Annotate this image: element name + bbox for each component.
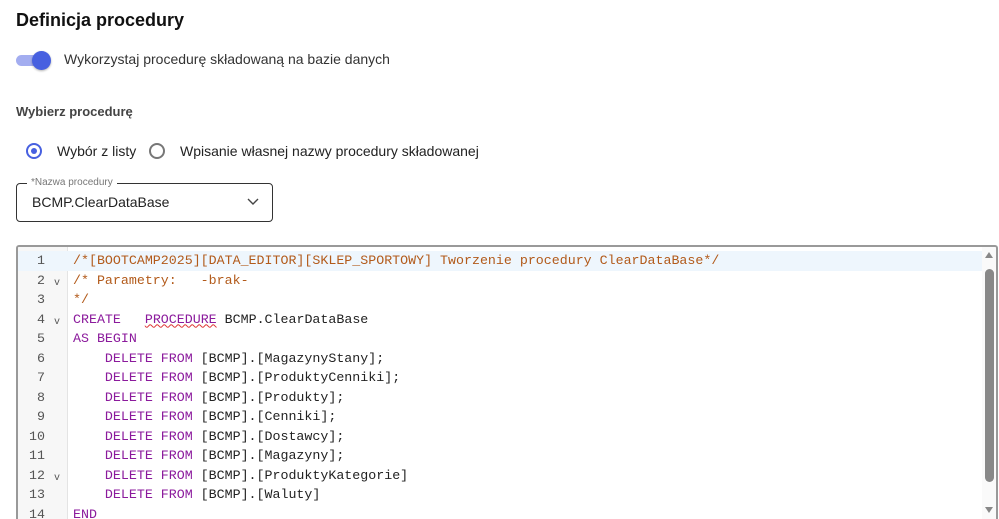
use-stored-procedure-toggle[interactable] <box>16 50 52 70</box>
code-line[interactable]: 3 */ <box>18 290 982 310</box>
code-lines[interactable]: 1 /*[BOOTCAMP2025][DATA_EDITOR][SKLEP_SPO… <box>18 251 982 519</box>
code-line[interactable]: 1 /*[BOOTCAMP2025][DATA_EDITOR][SKLEP_SPO… <box>18 251 982 271</box>
line-number: 4 <box>37 311 45 327</box>
line-number: 12 <box>29 467 45 483</box>
line-number: 3 <box>37 292 45 307</box>
code-line[interactable]: 6 DELETE FROM [BCMP].[MagazynyStany]; <box>18 349 982 369</box>
code-text: DELETE FROM [BCMP].[Dostawcy]; <box>73 427 344 447</box>
toggle-knob <box>32 51 51 70</box>
sql-comment: /* Parametry: -brak- <box>73 272 249 288</box>
code-text: DELETE FROM [BCMP].[Produkty]; <box>73 388 344 408</box>
sql-keyword: DELETE FROM <box>104 467 193 483</box>
sql-text: [BCMP].[Cenniki]; <box>192 409 337 424</box>
line-number: 10 <box>29 428 45 444</box>
code-line[interactable]: 12 v DELETE FROM [BCMP].[ProduktyKategori… <box>18 466 982 486</box>
line-number: 14 <box>29 506 45 519</box>
radio-label: Wybór z listy <box>57 143 137 159</box>
sql-code-editor[interactable]: 1 /*[BOOTCAMP2025][DATA_EDITOR][SKLEP_SPO… <box>16 245 998 519</box>
sql-keyword: DELETE FROM <box>104 487 193 502</box>
radio-label: Wpisanie własnej nazwy procedury składow… <box>180 143 479 159</box>
sql-keyword: END <box>73 506 97 519</box>
sql-keyword: DELETE FROM <box>104 409 193 424</box>
sql-text: [BCMP].[Produkty]; <box>192 389 345 405</box>
code-text: */ <box>73 290 89 310</box>
code-line[interactable]: 10 DELETE FROM [BCMP].[Dostawcy]; <box>18 427 982 447</box>
code-line[interactable]: 9 DELETE FROM [BCMP].[Cenniki]; <box>18 407 982 427</box>
code-line[interactable]: 4 v CREATE PROCEDURE BCMP.ClearDataBase <box>18 310 982 330</box>
select-label: *Nazwa procedury <box>27 177 117 188</box>
code-text: DELETE FROM [BCMP].[Magazyny]; <box>73 446 344 466</box>
line-number: 6 <box>37 350 45 366</box>
code-line[interactable]: 14 END <box>18 505 982 519</box>
sql-text: [BCMP].[ProduktyCenniki]; <box>192 370 401 385</box>
line-number: 2 <box>37 272 45 288</box>
line-number: 5 <box>37 331 45 346</box>
code-text: END <box>73 505 97 519</box>
sql-comment: */ <box>73 292 89 307</box>
sql-text: [BCMP].[MagazynyStany]; <box>192 350 385 366</box>
sql-keyword: DELETE FROM <box>104 389 193 405</box>
line-number: 9 <box>37 409 45 424</box>
radio-choose-from-list[interactable]: Wybór z listy <box>26 143 136 159</box>
radio-checked-icon <box>26 143 42 159</box>
code-line[interactable]: 11 DELETE FROM [BCMP].[Magazyny]; <box>18 446 982 466</box>
sql-text: [BCMP].[Magazyny]; <box>192 448 345 463</box>
line-number: 7 <box>37 370 45 385</box>
procedure-name-select[interactable]: *Nazwa procedury BCMP.ClearDataBase <box>16 177 273 222</box>
sql-comment: /*[BOOTCAMP2025][DATA_EDITOR][SKLEP_SPOR… <box>73 253 720 268</box>
line-number: 8 <box>37 389 45 405</box>
scroll-up-arrow-icon[interactable] <box>985 252 993 258</box>
radio-custom-name[interactable]: Wpisanie własnej nazwy procedury składow… <box>149 143 479 159</box>
sql-keyword: PROCEDURE <box>144 311 217 327</box>
select-value: BCMP.ClearDataBase <box>32 194 170 210</box>
scroll-down-arrow-icon[interactable] <box>985 507 993 513</box>
code-text: DELETE FROM [BCMP].[Cenniki]; <box>73 407 336 427</box>
sql-keyword: DELETE FROM <box>104 428 193 444</box>
toggle-label: Wykorzystaj procedurę składowaną na bazi… <box>64 51 390 67</box>
vertical-scrollbar[interactable] <box>982 247 996 519</box>
scrollbar-thumb[interactable] <box>985 269 994 482</box>
section-title: Wybierz procedurę <box>16 104 133 119</box>
code-line[interactable]: 8 DELETE FROM [BCMP].[Produkty]; <box>18 388 982 408</box>
code-text: DELETE FROM [BCMP].[MagazynyStany]; <box>73 349 384 369</box>
code-text: CREATE PROCEDURE BCMP.ClearDataBase <box>73 310 368 330</box>
line-number: 13 <box>29 487 45 502</box>
sql-keyword: AS BEGIN <box>73 331 137 346</box>
sql-keyword: CREATE <box>73 311 121 327</box>
sql-text: BCMP.ClearDataBase <box>216 311 369 327</box>
code-line[interactable]: 13 DELETE FROM [BCMP].[Waluty] <box>18 485 982 505</box>
page-title: Definicja procedury <box>16 10 185 30</box>
sql-keyword: DELETE FROM <box>104 370 193 385</box>
sql-text: [BCMP].[Waluty] <box>192 487 321 502</box>
sql-keyword: DELETE FROM <box>104 350 193 366</box>
code-text: AS BEGIN <box>73 329 137 349</box>
line-number: 11 <box>29 448 45 463</box>
code-text: /*[BOOTCAMP2025][DATA_EDITOR][SKLEP_SPOR… <box>73 251 719 271</box>
chevron-down-icon <box>247 198 259 205</box>
code-text: DELETE FROM [BCMP].[Waluty] <box>73 485 320 505</box>
line-number: 1 <box>37 253 45 268</box>
code-line[interactable]: 5 AS BEGIN <box>18 329 982 349</box>
radio-unchecked-icon <box>149 143 165 159</box>
code-line[interactable]: 7 DELETE FROM [BCMP].[ProduktyCenniki]; <box>18 368 982 388</box>
sql-text: [BCMP].[Dostawcy]; <box>192 428 345 444</box>
sql-text: [BCMP].[ProduktyKategorie] <box>192 467 409 483</box>
code-text: DELETE FROM [BCMP].[ProduktyKategorie] <box>73 466 408 486</box>
code-line[interactable]: 2 v/* Parametry: -brak- <box>18 271 982 291</box>
code-text: DELETE FROM [BCMP].[ProduktyCenniki]; <box>73 368 400 388</box>
code-text: /* Parametry: -brak- <box>73 271 249 291</box>
sql-keyword: DELETE FROM <box>104 448 193 463</box>
